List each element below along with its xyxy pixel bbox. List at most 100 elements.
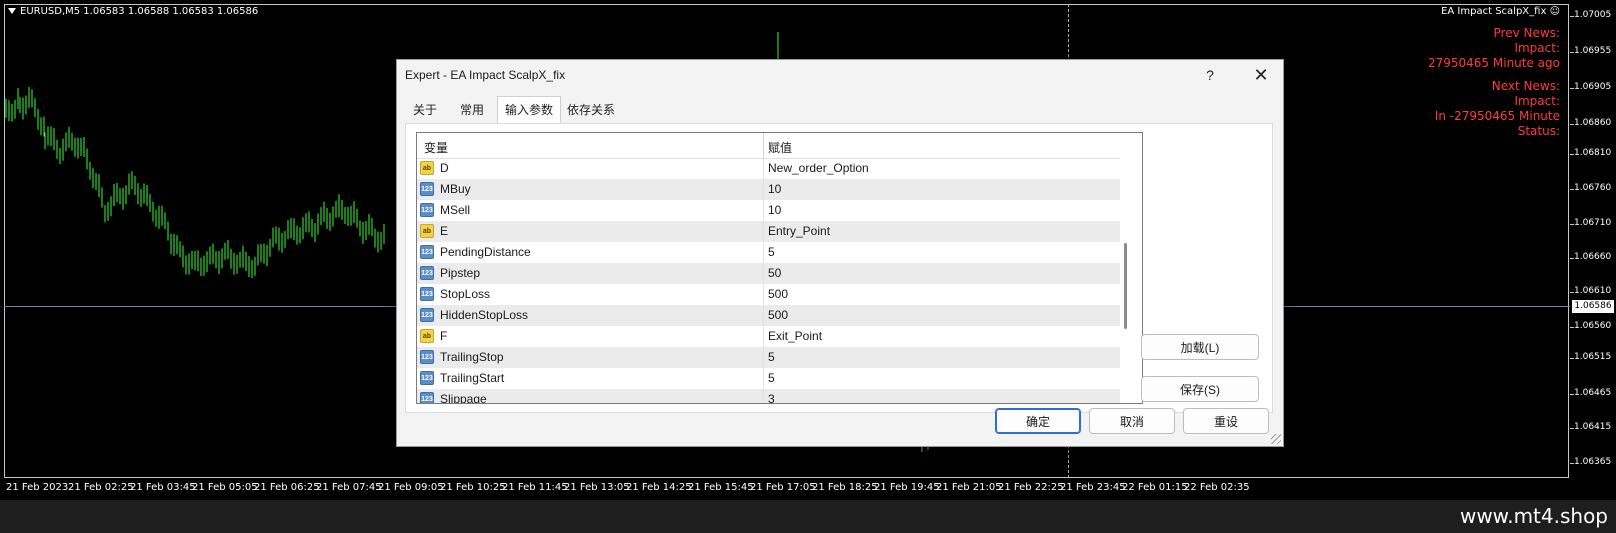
number-param-icon: 123 xyxy=(420,266,434,280)
price-tick-label: 1.06860 xyxy=(1574,118,1612,128)
time-tick-label: 21 Feb 06:25 xyxy=(254,482,320,493)
ok-button[interactable]: 确定 xyxy=(995,408,1081,434)
param-name: HiddenStopLoss xyxy=(440,308,529,322)
price-tick-label: 1.06760 xyxy=(1574,183,1612,193)
table-row[interactable]: ab F Exit_Point xyxy=(417,326,1120,347)
table-row[interactable]: ab E Entry_Point xyxy=(417,221,1120,242)
load-button[interactable]: 加载(L) xyxy=(1141,334,1259,360)
param-value[interactable]: Entry_Point xyxy=(768,224,830,238)
price-tick-label: 1.07005 xyxy=(1574,10,1612,20)
param-name: PendingDistance xyxy=(440,245,531,259)
tab-inputs[interactable]: 输入参数 xyxy=(497,96,561,123)
time-tick-label: 21 Feb 2023 xyxy=(6,482,69,493)
param-value[interactable]: 5 xyxy=(768,245,775,259)
time-tick-label: 21 Feb 14:25 xyxy=(626,482,692,493)
table-row[interactable]: 123 MSell 10 xyxy=(417,200,1120,221)
param-value[interactable]: 5 xyxy=(768,350,775,364)
time-tick-label: 21 Feb 19:45 xyxy=(874,482,940,493)
tab-dependencies[interactable]: 依存关系 xyxy=(563,98,619,122)
table-row[interactable]: ab D New_order_Option xyxy=(417,158,1120,179)
price-tick-label: 1.06560 xyxy=(1574,321,1612,331)
reset-button[interactable]: 重设 xyxy=(1183,408,1269,434)
number-param-icon: 123 xyxy=(420,182,434,196)
table-row[interactable]: 123 Pipstep 50 xyxy=(417,263,1120,284)
prev-news-block: Prev News: Impact: 27950465 Minute ago xyxy=(1428,26,1560,71)
time-tick-label: 21 Feb 15:45 xyxy=(688,482,754,493)
save-button[interactable]: 保存(S) xyxy=(1141,376,1259,402)
table-row[interactable]: 123 PendingDistance 5 xyxy=(417,242,1120,263)
table-row[interactable]: 123 TrailingStart 5 xyxy=(417,368,1120,389)
time-tick-label: 22 Feb 01:15 xyxy=(1122,482,1188,493)
news-line: 27950465 Minute ago xyxy=(1427,56,1560,70)
time-tick-label: 21 Feb 07:45 xyxy=(316,482,382,493)
param-name: MBuy xyxy=(440,182,471,196)
price-tick-label: 1.06465 xyxy=(1574,388,1612,398)
time-tick-label: 21 Feb 22:25 xyxy=(998,482,1064,493)
dialog-title: Expert - EA Impact ScalpX_fix xyxy=(405,68,566,82)
param-value[interactable]: 3 xyxy=(768,392,775,403)
price-tick-label: 1.06955 xyxy=(1574,46,1612,56)
param-value[interactable]: New_order_Option xyxy=(768,161,869,175)
next-news-block: Next News: Impact: In -27950465 Minute S… xyxy=(1435,79,1560,139)
price-tick-label: 1.06610 xyxy=(1574,286,1612,296)
param-name: StopLoss xyxy=(440,287,491,301)
resize-grip-icon[interactable] xyxy=(1271,434,1281,444)
news-line: Next News: xyxy=(1491,79,1560,93)
inputs-table[interactable]: 变量 赋值 ab D New_order_Option 123 MBuy 10 123 MSe… xyxy=(416,132,1143,404)
scrollbar-thumb[interactable] xyxy=(1124,243,1127,329)
param-name: TrailingStop xyxy=(440,350,504,364)
column-variable[interactable]: 变量 xyxy=(424,139,448,156)
news-line: Impact: xyxy=(1514,94,1560,108)
param-name: MSell xyxy=(440,203,471,217)
time-tick-label: 21 Feb 21:05 xyxy=(936,482,1002,493)
param-name: Pipstep xyxy=(440,266,481,280)
news-line: Prev News: xyxy=(1493,26,1560,40)
param-name: E xyxy=(440,224,449,238)
string-param-icon: ab xyxy=(420,224,434,238)
price-tick-label: 1.06710 xyxy=(1574,218,1612,228)
cancel-button[interactable]: 取消 xyxy=(1089,408,1175,434)
param-value[interactable]: 50 xyxy=(768,266,781,280)
table-row[interactable]: 123 Slippage 3 xyxy=(417,389,1120,403)
table-row[interactable]: 123 StopLoss 500 xyxy=(417,284,1120,305)
number-param-icon: 123 xyxy=(420,308,434,322)
price-axis[interactable]: 1.07005 1.06955 1.06905 1.06860 1.06810 1.067… xyxy=(1570,0,1616,480)
help-icon[interactable]: ? xyxy=(1199,64,1221,86)
time-tick-label: 21 Feb 09:05 xyxy=(378,482,444,493)
symbol-info: EURUSD,M5 1.06583 1.06588 1.06583 1.0658… xyxy=(8,6,258,17)
price-tick-label: 1.06365 xyxy=(1574,457,1612,467)
tab-about[interactable]: 关于 xyxy=(405,98,445,122)
table-row[interactable]: 123 HiddenStopLoss 500 xyxy=(417,305,1120,326)
table-row[interactable]: 123 MBuy 10 xyxy=(417,179,1120,200)
menu-triangle-icon[interactable] xyxy=(8,8,16,14)
param-value[interactable]: Exit_Point xyxy=(768,329,822,343)
param-name: TrailingStart xyxy=(440,371,505,385)
number-param-icon: 123 xyxy=(420,392,434,403)
time-tick-label: 21 Feb 18:25 xyxy=(812,482,878,493)
table-header: 变量 赋值 xyxy=(417,133,1120,159)
time-tick-label: 21 Feb 17:05 xyxy=(750,482,816,493)
param-value[interactable]: 5 xyxy=(768,371,775,385)
string-param-icon: ab xyxy=(420,161,434,175)
number-param-icon: 123 xyxy=(420,203,434,217)
param-value[interactable]: 500 xyxy=(768,287,788,301)
param-name: F xyxy=(440,329,448,343)
time-tick-label: 21 Feb 05:05 xyxy=(192,482,258,493)
number-param-icon: 123 xyxy=(420,350,434,364)
close-icon[interactable]: ✕ xyxy=(1249,64,1273,86)
string-param-icon: ab xyxy=(420,329,434,343)
param-value[interactable]: 500 xyxy=(768,308,788,322)
price-tick-label: 1.06515 xyxy=(1574,352,1612,362)
time-tick-label: 21 Feb 02:25 xyxy=(68,482,134,493)
param-value[interactable]: 10 xyxy=(768,203,781,217)
number-param-icon: 123 xyxy=(420,287,434,301)
time-tick-label: 21 Feb 13:05 xyxy=(564,482,630,493)
tab-common[interactable]: 常用 xyxy=(451,98,493,122)
ea-name-label: EA Impact ScalpX_fix ☺ xyxy=(1441,6,1560,17)
column-value[interactable]: 赋值 xyxy=(768,139,792,156)
param-value[interactable]: 10 xyxy=(768,182,781,196)
time-tick-label: 22 Feb 02:35 xyxy=(1184,482,1250,493)
footer-bar: www.mt4.shop xyxy=(0,500,1616,533)
news-line: Status: xyxy=(1517,124,1560,138)
table-row[interactable]: 123 TrailingStop 5 xyxy=(417,347,1120,368)
